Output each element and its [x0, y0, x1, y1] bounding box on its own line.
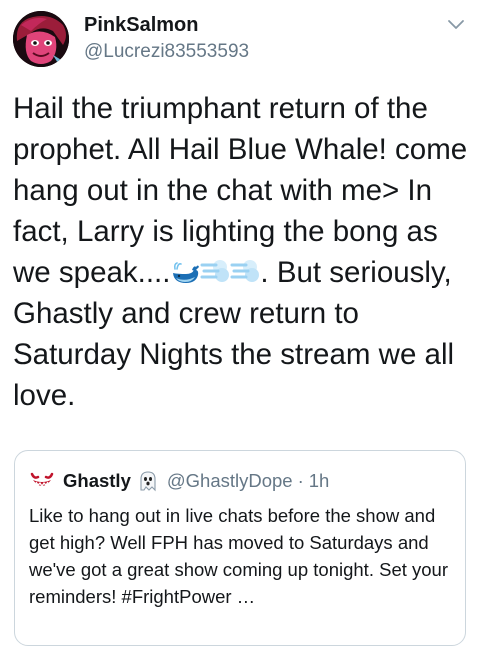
quoted-handle[interactable]: @GhastlyDope — [167, 470, 293, 492]
dash-icon — [230, 256, 260, 286]
avatar[interactable] — [13, 11, 69, 67]
ghost-icon — [137, 470, 159, 492]
dash-icon — [200, 256, 230, 286]
quoted-tweet[interactable]: Ghastly @GhastlyDope · 1h Like to hang o… — [14, 450, 466, 646]
tweet-text: Hail the triumphant return of the prophe… — [13, 88, 471, 416]
chevron-down-icon[interactable] — [446, 14, 466, 34]
display-name[interactable]: PinkSalmon — [84, 13, 249, 37]
separator-dot: · — [297, 470, 304, 491]
quoted-avatar[interactable] — [29, 468, 55, 494]
spouting-whale-icon — [170, 256, 200, 286]
user-handle[interactable]: @Lucrezi83553593 — [84, 40, 249, 64]
quoted-tweet-header: Ghastly @GhastlyDope · 1h — [29, 467, 329, 495]
tweet: PinkSalmon @Lucrezi83553593 Hail the tri… — [0, 0, 480, 667]
quoted-tweet-text: Like to hang out in live chats before th… — [29, 505, 448, 607]
tweet-header: PinkSalmon @Lucrezi83553593 — [0, 0, 480, 80]
quoted-timestamp[interactable]: 1h — [309, 470, 330, 492]
author-names: PinkSalmon @Lucrezi83553593 — [84, 13, 249, 64]
quoted-display-name[interactable]: Ghastly — [63, 470, 131, 492]
